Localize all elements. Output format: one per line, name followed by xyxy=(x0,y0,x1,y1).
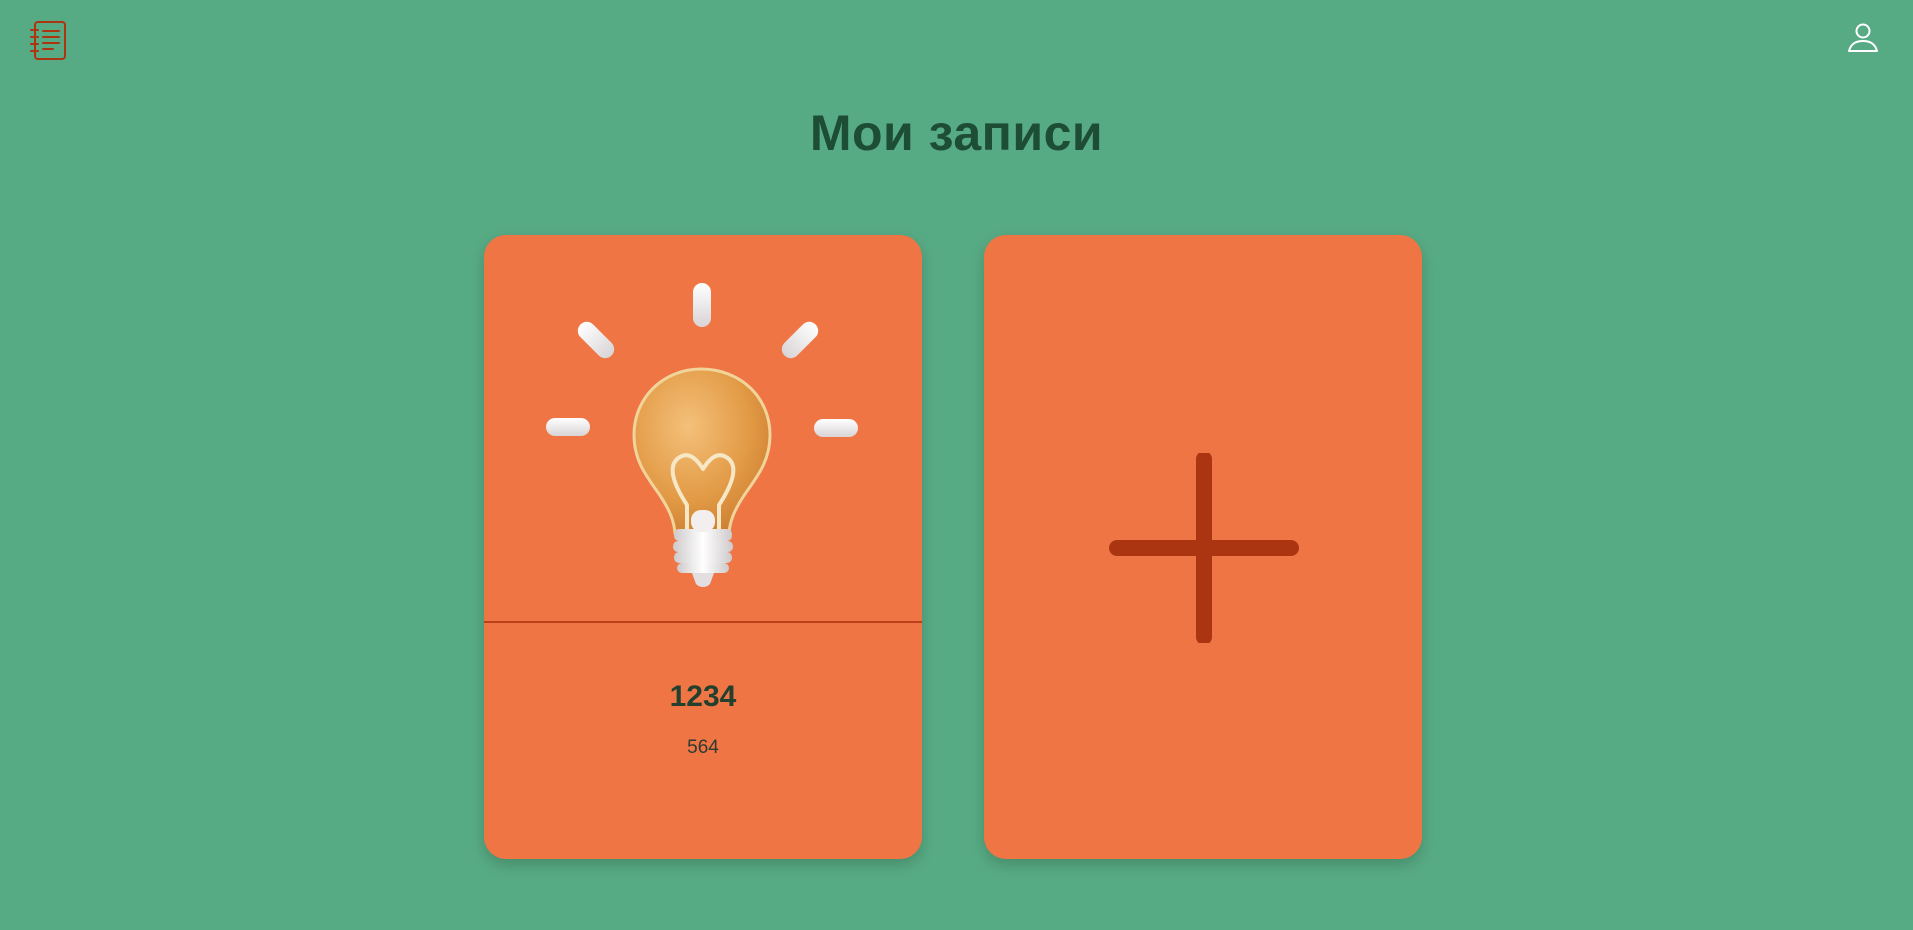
note-title: 1234 xyxy=(669,680,737,713)
page: Мои записи 1234 564 xyxy=(0,0,1913,930)
note-text: 564 xyxy=(687,737,719,758)
notebook-icon[interactable] xyxy=(29,20,69,62)
plus-icon[interactable] xyxy=(1109,451,1299,645)
note-card[interactable]: 1234 564 xyxy=(484,235,922,859)
add-note-card[interactable] xyxy=(984,235,1422,859)
lightbulb-icon xyxy=(484,235,922,621)
page-title: Мои записи xyxy=(809,105,1104,161)
card-divider xyxy=(484,621,922,623)
user-icon[interactable] xyxy=(1845,20,1881,56)
